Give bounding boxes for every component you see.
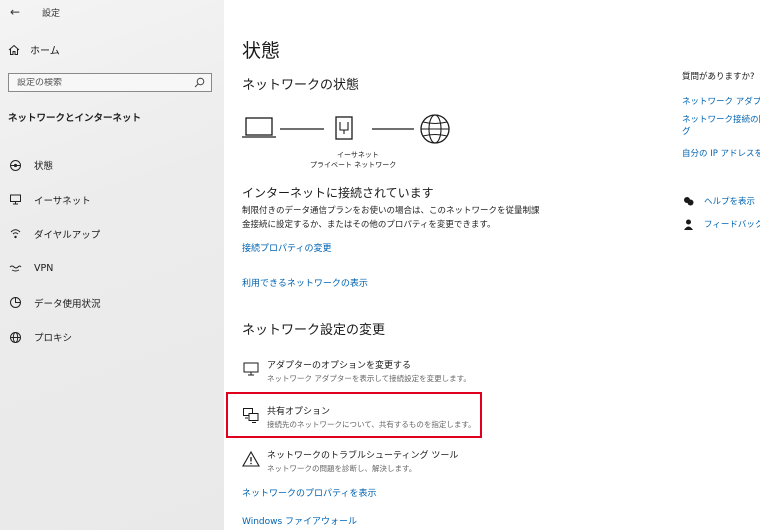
option-title: アダプターのオプションを変更する: [267, 361, 412, 371]
help-chat-icon: [682, 196, 694, 207]
dialup-icon: [8, 227, 22, 241]
show-available-networks-link[interactable]: 利用できるネットワークの表示: [242, 276, 368, 289]
related-link-adapter[interactable]: ネットワーク アダプタ: [682, 96, 760, 108]
get-help-link[interactable]: ヘルプを表示: [682, 195, 755, 207]
section-title: ネットワークとインターネット: [8, 113, 142, 124]
diagram-label-private-network: プライベート ネットワーク: [310, 161, 397, 169]
laptop-icon: [242, 117, 276, 138]
sidebar-item-data-usage[interactable]: データ使用状況: [8, 286, 101, 320]
data-usage-icon: [8, 296, 22, 310]
change-connection-properties-link[interactable]: 接続プロパティの変更: [242, 241, 331, 254]
view-network-properties-link[interactable]: ネットワークのプロパティを表示: [242, 486, 376, 499]
sidebar-item-label: プロキシ: [34, 333, 73, 345]
sidebar: ← 設定 ホーム ネットワークとインターネット 状態 イーサネット: [0, 0, 224, 530]
ethernet-port-icon: [335, 116, 353, 140]
warning-icon: [242, 450, 260, 467]
option-description: ネットワーク アダプターを表示して接続設定を変更します。: [267, 374, 471, 383]
title-bar: ← 設定: [10, 4, 60, 20]
nav-home-label: ホーム: [30, 46, 60, 57]
adapter-options-item[interactable]: アダプターのオプションを変更する ネットワーク アダプターを表示して接続設定を変…: [242, 358, 482, 384]
sidebar-item-ethernet[interactable]: イーサネット: [8, 182, 101, 216]
sidebar-item-label: VPN: [34, 262, 54, 274]
ethernet-icon: [8, 193, 22, 207]
feedback-person-icon: [682, 219, 694, 230]
home-network-icon: [8, 158, 22, 172]
network-status-heading: ネットワークの状態: [242, 78, 360, 93]
globe-icon: [420, 114, 450, 144]
sidebar-item-dialup[interactable]: ダイヤルアップ: [8, 217, 101, 251]
sidebar-item-proxy[interactable]: プロキシ: [8, 320, 101, 354]
sidebar-item-label: 状態: [34, 161, 54, 173]
search-input[interactable]: [17, 77, 177, 88]
search-icon[interactable]: [194, 77, 205, 88]
sidebar-item-label: イーサネット: [34, 195, 91, 207]
related-link-connection-troubleshoot[interactable]: ネットワーク接続の問: [682, 114, 760, 126]
adapter-icon: [243, 362, 259, 376]
nav-list: 状態 イーサネット ダイヤルアップ VPN データ使用状況 プロキシ: [8, 148, 101, 354]
app-title: 設定: [42, 8, 61, 19]
right-panel: 質問がありますか? ネットワーク アダプタ ネットワーク接続の問 グ 自分の I…: [682, 0, 760, 530]
sidebar-item-vpn[interactable]: VPN: [8, 251, 101, 285]
home-icon: [8, 44, 20, 55]
vpn-icon: [8, 261, 22, 275]
network-settings-heading: ネットワーク設定の変更: [242, 323, 386, 338]
search-box[interactable]: [8, 73, 212, 92]
sidebar-item-label: ダイヤルアップ: [34, 229, 101, 241]
related-link-connection-troubleshoot-cont[interactable]: グ: [682, 126, 691, 138]
feedback-label: フィードバックの: [704, 220, 760, 230]
related-link-ip-address[interactable]: 自分の IP アドレスを: [682, 148, 760, 160]
sidebar-item-status[interactable]: 状態: [8, 148, 101, 182]
sidebar-item-label: データ使用状況: [34, 298, 101, 310]
globe-icon: [8, 330, 22, 344]
windows-firewall-link[interactable]: Windows ファイアウォール: [242, 514, 357, 527]
option-title: ネットワークのトラブルシューティング ツール: [267, 451, 459, 461]
get-help-label: ヘルプを表示: [704, 197, 756, 207]
highlight-box: [226, 392, 482, 438]
diagram-label-ethernet: イーサネット: [337, 151, 379, 159]
option-description: ネットワークの問題を診断し、解決します。: [267, 464, 417, 473]
feedback-link[interactable]: フィードバックの: [682, 218, 760, 230]
troubleshooter-item[interactable]: ネットワークのトラブルシューティング ツール ネットワークの問題を診断し、解決し…: [242, 448, 482, 474]
connection-status-description: 制限付きのデータ通信プランをお使いの場合は、このネットワークを従量制課金接続に設…: [242, 206, 540, 230]
questions-heading: 質問がありますか?: [682, 72, 755, 82]
connection-status-heading: インターネットに接続されています: [242, 186, 434, 200]
nav-home[interactable]: ホーム: [8, 42, 60, 57]
page-title: 状態: [242, 40, 281, 62]
back-arrow-icon[interactable]: ←: [10, 5, 30, 19]
